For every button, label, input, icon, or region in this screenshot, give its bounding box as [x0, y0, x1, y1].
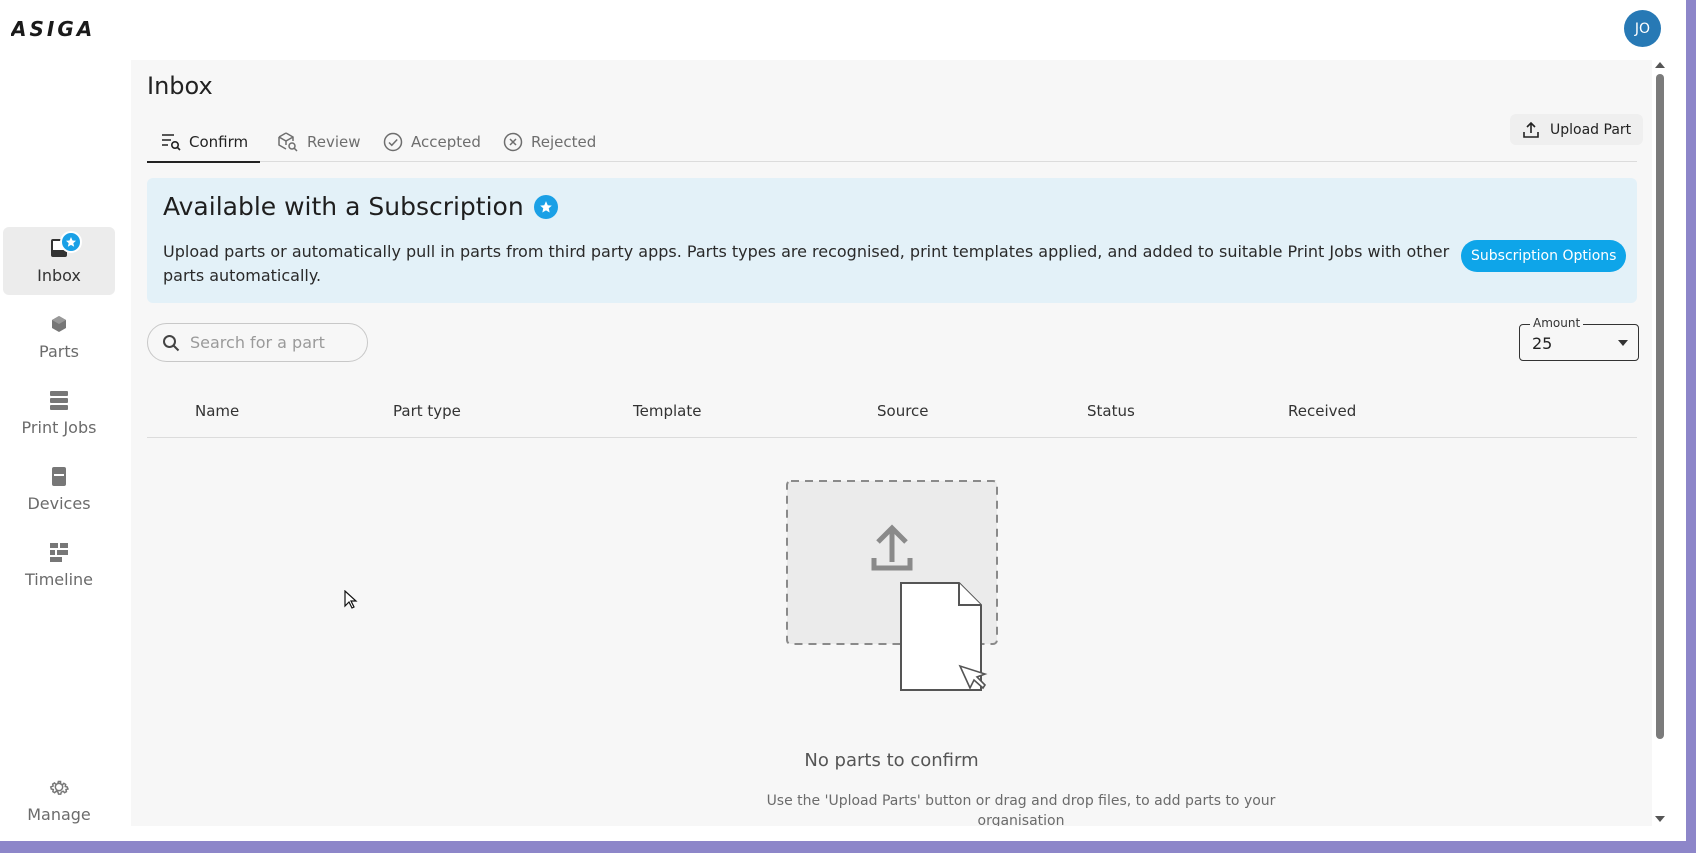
- tab-label: Review: [307, 133, 361, 151]
- sidebar-item-devices[interactable]: Devices: [3, 455, 115, 523]
- search-input[interactable]: [190, 333, 350, 352]
- upload-icon: [1523, 121, 1539, 138]
- page-title: Inbox: [147, 72, 213, 100]
- tab-label: Confirm: [189, 133, 249, 151]
- vertical-scrollbar[interactable]: [1652, 60, 1668, 826]
- tab-label: Rejected: [531, 133, 597, 151]
- subscription-description: Upload parts or automatically pull in pa…: [163, 242, 1450, 285]
- star-icon: [66, 237, 76, 247]
- sidebar-item-manage[interactable]: Manage: [3, 766, 115, 834]
- subscription-options-button[interactable]: Subscription Options: [1461, 240, 1627, 272]
- sidebar-item-label: Parts: [39, 342, 79, 361]
- column-header-status[interactable]: Status: [1087, 402, 1135, 420]
- amount-select[interactable]: Amount 25: [1519, 316, 1639, 361]
- sidebar-item-label: Print Jobs: [21, 418, 97, 437]
- cube-search-icon: [278, 132, 298, 152]
- list-search-icon: [162, 134, 181, 151]
- column-header-name[interactable]: Name: [195, 402, 239, 420]
- sidebar-item-label: Devices: [27, 494, 91, 513]
- x-circle-icon: [503, 132, 523, 152]
- column-header-source[interactable]: Source: [877, 402, 929, 420]
- mouse-cursor-icon: [344, 590, 358, 609]
- subscription-title: Available with a Subscription: [163, 192, 524, 221]
- tab-rejected[interactable]: Rejected: [503, 122, 596, 162]
- subscription-star-badge: [60, 231, 82, 253]
- scroll-up-arrow-icon[interactable]: [1655, 62, 1665, 68]
- subscription-banner: Available with a Subscription Upload par…: [147, 178, 1637, 303]
- sidebar-item-print-jobs[interactable]: Print Jobs: [3, 379, 115, 447]
- tab-bar: Confirm Review Accepted Rejected: [147, 122, 1637, 163]
- tab-active-indicator: [147, 161, 260, 163]
- timeline-icon: [50, 543, 68, 562]
- empty-state-title: No parts to confirm: [804, 750, 979, 771]
- tab-label: Accepted: [411, 133, 481, 151]
- star-badge-icon: [533, 194, 558, 219]
- sidebar-item-inbox[interactable]: Inbox: [3, 227, 115, 295]
- logo-text: ASIGA: [11, 17, 95, 39]
- amount-label: Amount: [1530, 316, 1584, 330]
- check-circle-icon: [383, 132, 403, 152]
- app-window: ASIGA JO Inbox Parts Print Jobs Devices …: [0, 0, 1686, 841]
- upload-part-button[interactable]: Upload Part: [1510, 114, 1644, 145]
- cube-icon: [52, 316, 66, 332]
- amount-value: 25: [1532, 334, 1553, 353]
- upload-dropzone-illustration: [786, 480, 998, 691]
- scroll-down-arrow-icon[interactable]: [1655, 816, 1665, 822]
- sidebar-item-timeline[interactable]: Timeline: [3, 531, 115, 599]
- scroll-thumb[interactable]: [1656, 74, 1664, 739]
- avatar-initials: JO: [1634, 20, 1651, 37]
- upload-part-label: Upload Part: [1550, 121, 1632, 138]
- asiga-logo: ASIGA: [11, 17, 95, 39]
- sidebar-item-label: Timeline: [24, 570, 94, 589]
- search-box[interactable]: [147, 323, 368, 362]
- gear-icon: [49, 780, 69, 795]
- sidebar-item-label: Manage: [27, 805, 91, 824]
- stack-icon: [50, 391, 68, 410]
- printer-icon: [52, 467, 66, 486]
- subscription-title-row: Available with a Subscription: [163, 192, 558, 221]
- table-header: Name Part type Template Source Status Re…: [147, 382, 1637, 438]
- column-header-received[interactable]: Received: [1288, 402, 1356, 420]
- user-avatar[interactable]: JO: [1624, 10, 1661, 47]
- tab-confirm[interactable]: Confirm: [147, 122, 260, 163]
- search-icon: [163, 334, 180, 351]
- sidebar-item-parts[interactable]: Parts: [3, 303, 115, 371]
- tab-accepted[interactable]: Accepted: [383, 122, 481, 162]
- chevron-down-icon: [1618, 340, 1628, 346]
- sidebar-item-label: Inbox: [37, 266, 81, 285]
- column-header-template[interactable]: Template: [633, 402, 701, 420]
- tab-review[interactable]: Review: [277, 122, 361, 162]
- main-panel: Inbox Confirm Review Accepted Rejected U…: [131, 60, 1652, 826]
- column-header-part-type[interactable]: Part type: [393, 402, 461, 420]
- empty-state-text: Use the 'Upload Parts' button or drag an…: [766, 793, 1276, 826]
- file-icon: [900, 582, 988, 691]
